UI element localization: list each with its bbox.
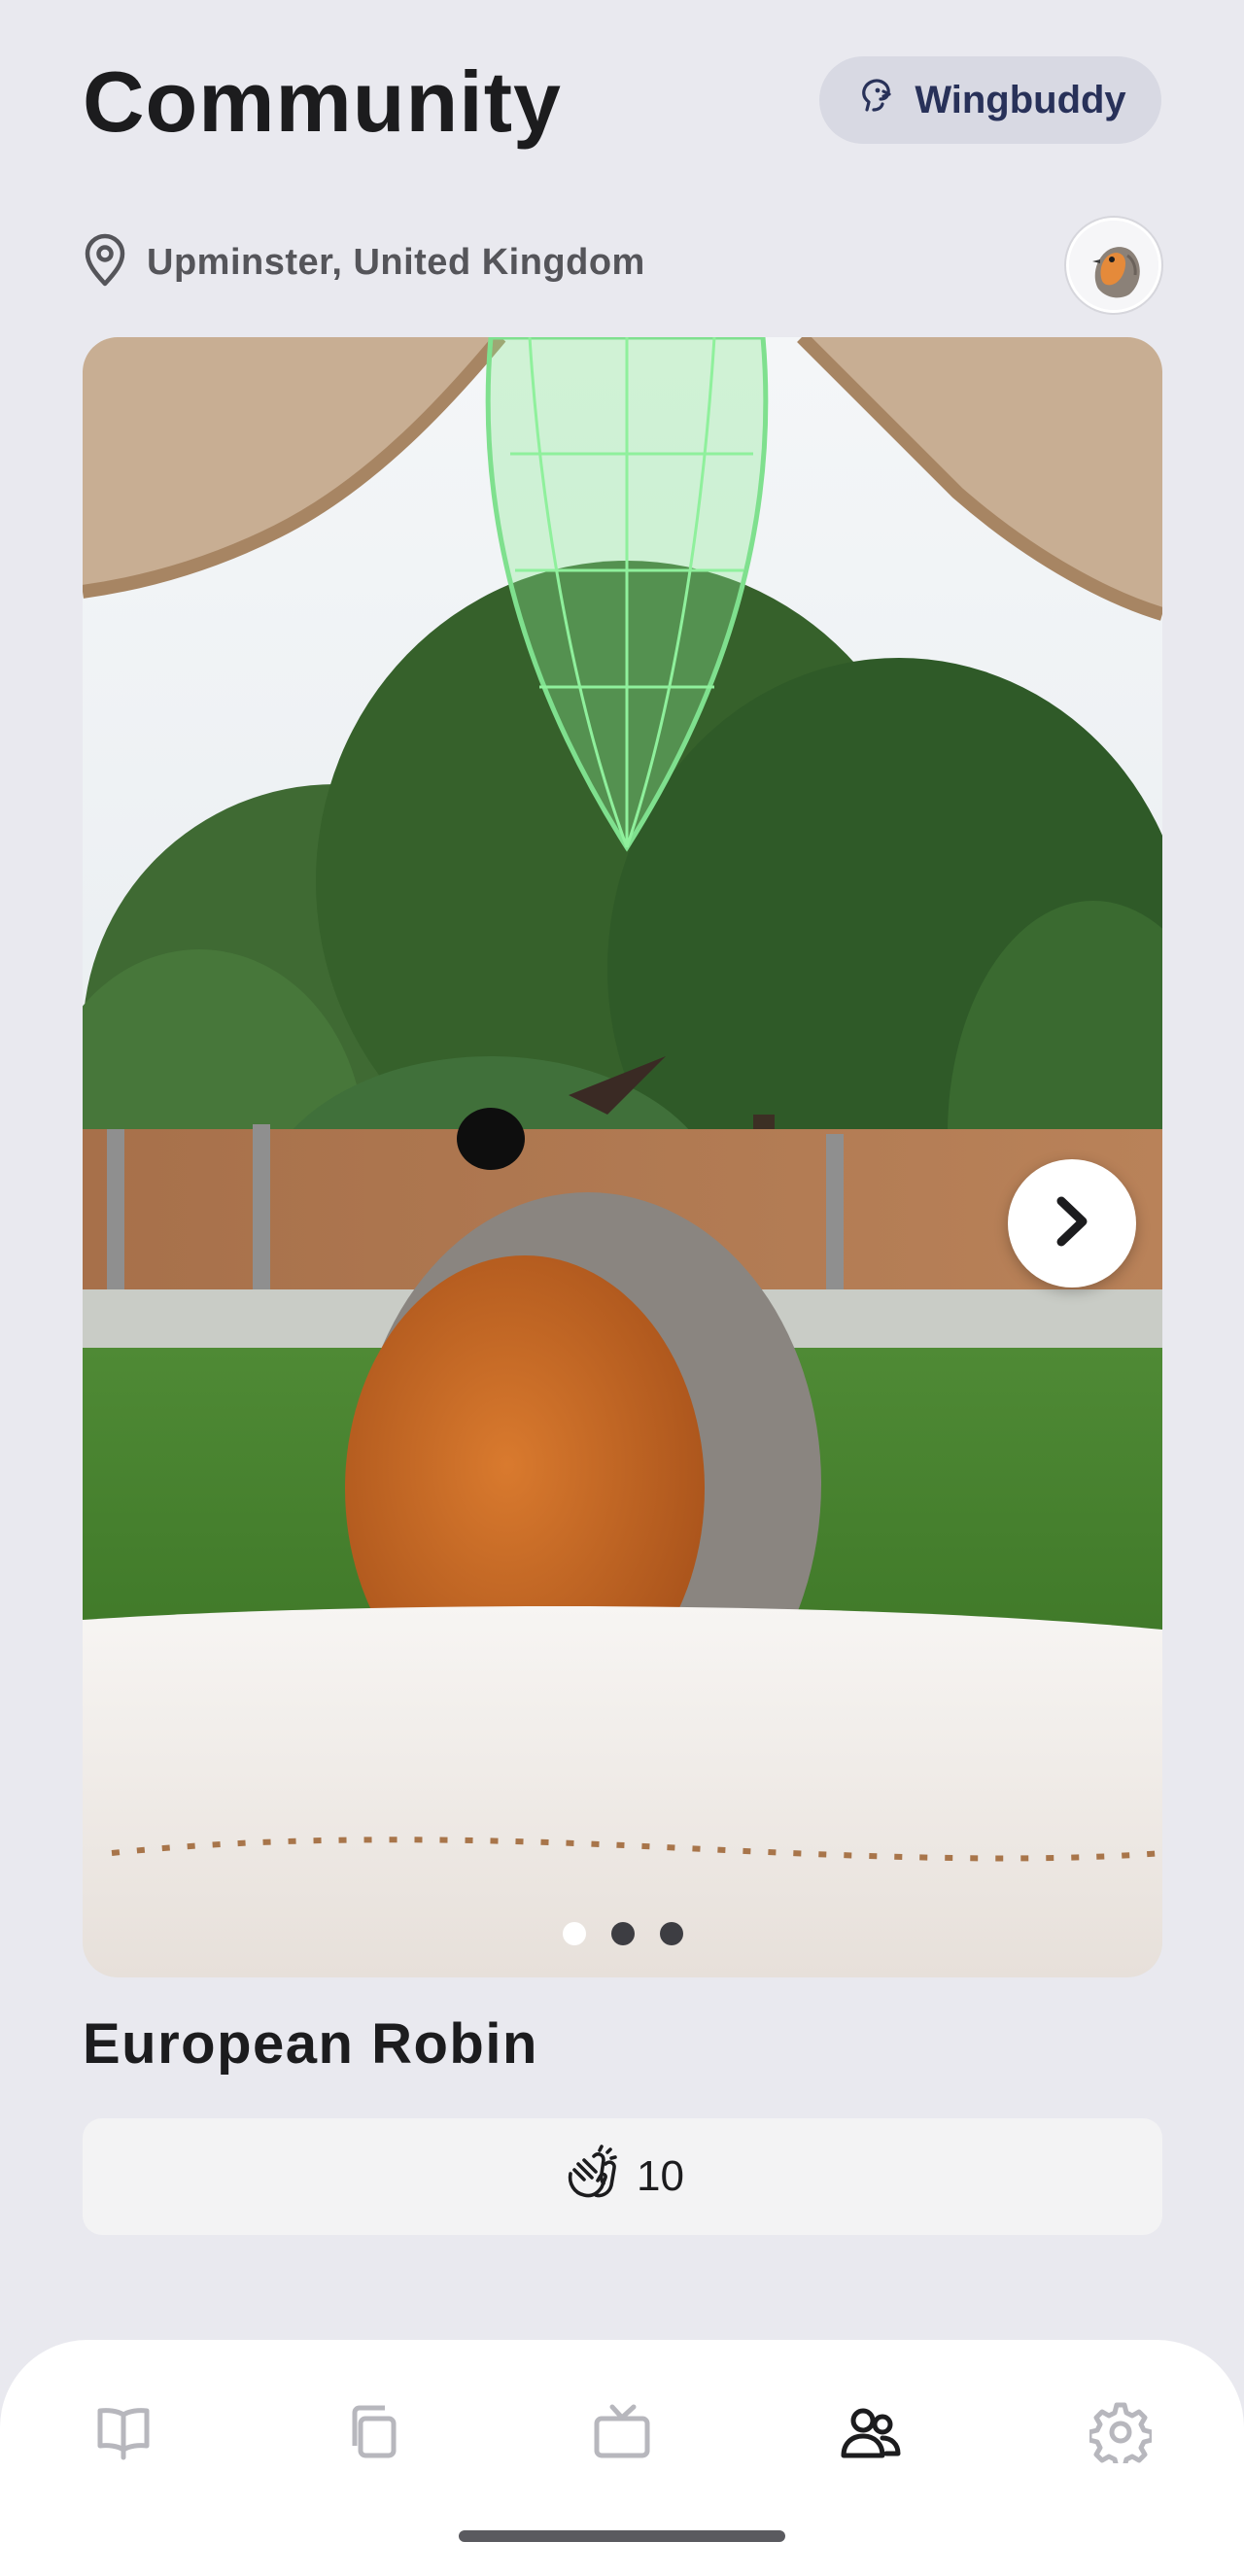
tab-community[interactable] — [827, 2390, 915, 2478]
species-name: European Robin — [83, 2012, 538, 2076]
next-photo-button[interactable] — [1008, 1159, 1136, 1288]
chevron-right-icon — [1050, 1193, 1094, 1254]
tab-guide[interactable] — [80, 2390, 167, 2478]
robin-avatar-icon — [1069, 221, 1158, 310]
home-indicator — [459, 2530, 785, 2542]
gear-icon — [1087, 2401, 1155, 2469]
clap-button[interactable]: 10 — [83, 2118, 1162, 2235]
location-text: Upminster, United Kingdom — [147, 242, 645, 283]
location: Upminster, United Kingdom — [83, 233, 645, 292]
robin-photo — [83, 337, 1162, 1977]
tv-icon — [591, 2401, 653, 2468]
carousel-dot[interactable] — [610, 1922, 635, 1945]
people-icon — [840, 2401, 902, 2468]
book-icon — [92, 2401, 155, 2468]
tab-gallery[interactable] — [328, 2390, 416, 2478]
parrot-icon — [854, 74, 897, 126]
carousel-dots — [83, 1922, 1162, 1945]
cards-icon — [341, 2401, 403, 2468]
carousel-dot[interactable] — [562, 1922, 586, 1945]
avatar[interactable] — [1066, 218, 1161, 313]
page-title: Community — [83, 53, 562, 150]
location-pin-icon — [83, 233, 127, 292]
wingbuddy-button[interactable]: Wingbuddy — [819, 56, 1161, 144]
tab-settings[interactable] — [1077, 2390, 1164, 2478]
tab-live[interactable] — [578, 2390, 666, 2478]
clapping-hands-icon — [561, 2144, 621, 2210]
post-photo[interactable] — [83, 337, 1162, 1977]
header: Community Wingbuddy — [83, 53, 1161, 151]
clap-count: 10 — [637, 2152, 684, 2200]
wingbuddy-label: Wingbuddy — [915, 78, 1126, 121]
carousel-dot[interactable] — [659, 1922, 683, 1945]
